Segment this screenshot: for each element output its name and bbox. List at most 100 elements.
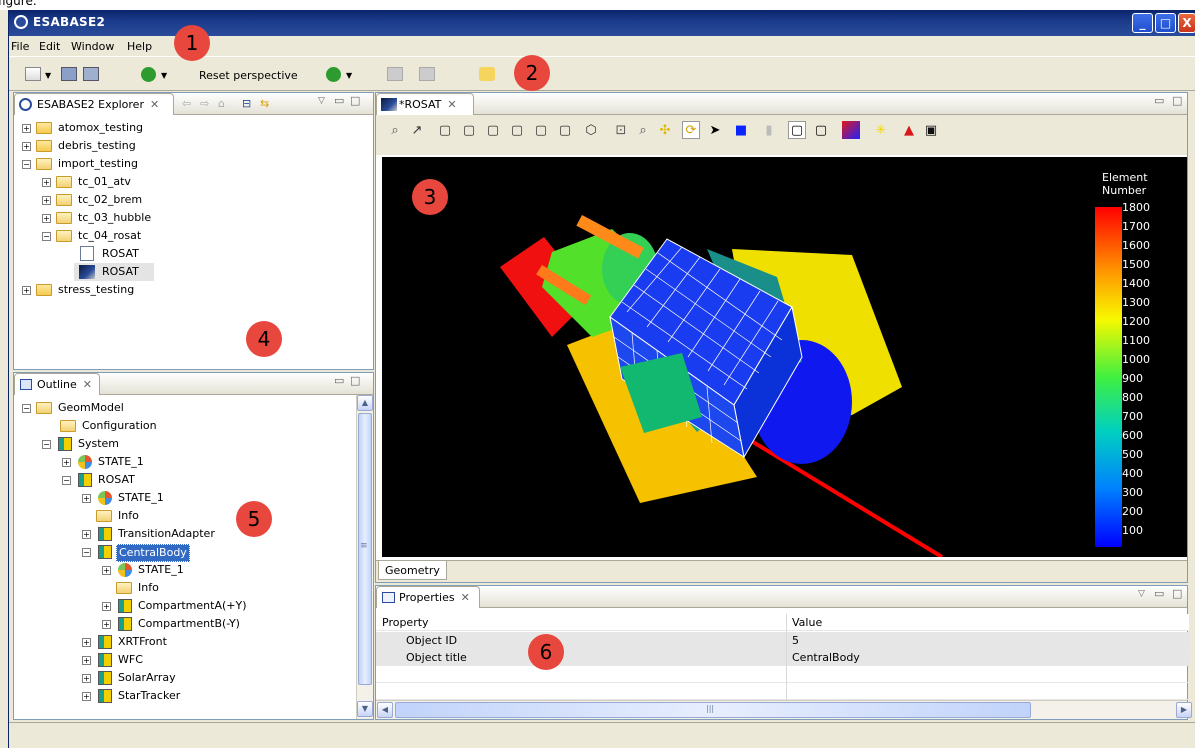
- table-row[interactable]: Object title CentralBody: [376, 649, 1189, 666]
- save-icon[interactable]: [61, 67, 77, 81]
- select-arrow-icon[interactable]: ➤: [706, 121, 724, 139]
- run-icon[interactable]: [141, 67, 156, 82]
- run-external-icon[interactable]: [326, 67, 341, 82]
- hidden-line-icon[interactable]: ▢: [812, 121, 830, 139]
- minimize-view-icon[interactable]: ▭: [334, 374, 344, 387]
- link-editor-icon[interactable]: ⇆: [260, 97, 269, 110]
- outline-tab-label: Outline: [37, 378, 77, 391]
- table-row[interactable]: Object ID 5: [376, 632, 1189, 649]
- maximize-view-icon[interactable]: □: [350, 94, 360, 107]
- view-iso-icon[interactable]: ⬡: [582, 121, 600, 139]
- properties-hscrollbar[interactable]: ◀ ||| ▶: [376, 700, 1192, 719]
- pan-icon[interactable]: ✣: [656, 121, 674, 139]
- transparent-icon[interactable]: ▮: [760, 121, 778, 139]
- explorer-tabrow: ESABASE2 Explorer ✕ ⇦ ⇨ ⌂ ⊟ ⇆ ▽ ▭ □: [14, 93, 373, 115]
- scroll-left-button[interactable]: ◀: [377, 702, 393, 718]
- tab-geometry[interactable]: Geometry: [378, 561, 447, 580]
- minimize-view-icon[interactable]: ▭: [1154, 587, 1164, 600]
- bookmark-icon[interactable]: ▲: [900, 121, 918, 139]
- outline-tabrow: Outline ✕ ▭ □: [14, 373, 373, 395]
- app-logo-icon: [14, 15, 28, 29]
- tab-rosat[interactable]: *ROSAT ✕: [376, 93, 474, 115]
- system-icon: [98, 689, 112, 703]
- menu-edit[interactable]: Edit: [39, 40, 60, 53]
- properties-panel: Properties ✕ ▽ ▭ □ Property Value Object …: [375, 585, 1192, 720]
- minimize-button[interactable]: _: [1132, 13, 1153, 33]
- zoom-icon[interactable]: ⌕: [386, 121, 404, 139]
- menu-file[interactable]: File: [11, 40, 29, 53]
- new-dropdown-icon[interactable]: ▼: [45, 71, 51, 80]
- maximize-view-icon[interactable]: □: [1172, 587, 1182, 600]
- maximize-view-icon[interactable]: □: [1172, 94, 1182, 107]
- state-icon: [118, 563, 132, 577]
- tab-outline[interactable]: Outline ✕: [14, 373, 100, 395]
- run-external-dropdown-icon[interactable]: ▼: [346, 71, 352, 80]
- close-tab-icon[interactable]: ✕: [150, 98, 159, 111]
- close-tab-icon[interactable]: ✕: [447, 98, 456, 111]
- solid-cube-icon[interactable]: ■: [732, 121, 750, 139]
- table-header: Property Value: [376, 614, 1189, 631]
- outline-panel: Outline ✕ ▭ □ − GeomModel Configuration − S…: [13, 372, 374, 720]
- close-tab-icon[interactable]: ✕: [83, 378, 92, 391]
- pick-icon[interactable]: ↗: [408, 121, 426, 139]
- minimize-view-icon[interactable]: ▭: [334, 94, 344, 107]
- home-icon[interactable]: ⌂: [218, 97, 225, 110]
- properties-tab-label: Properties: [399, 591, 455, 604]
- view-right-icon[interactable]: ▢: [508, 121, 526, 139]
- system-icon: [118, 599, 132, 613]
- reset-perspective-button[interactable]: Reset perspective: [199, 69, 298, 82]
- folder-icon: [36, 122, 52, 134]
- zoom-box-icon[interactable]: ⊡: [612, 121, 630, 139]
- tab-explorer[interactable]: ESABASE2 Explorer ✕: [14, 93, 174, 115]
- hscroll-grip-icon: |||: [706, 704, 715, 713]
- back-icon[interactable]: ⇦: [182, 97, 191, 110]
- view-menu-icon[interactable]: ▽: [1138, 589, 1145, 599]
- scroll-down-button[interactable]: ▼: [357, 701, 373, 717]
- geometry-viewport[interactable]: Element Number 1800 1700 1600 1500 1400 …: [382, 157, 1187, 557]
- rotate-icon[interactable]: ⟳: [682, 121, 700, 139]
- tree-item[interactable]: ROSAT: [74, 263, 154, 281]
- save-image-icon[interactable]: ▣: [922, 121, 940, 139]
- next-annotation-icon[interactable]: [419, 67, 435, 81]
- view-front-icon[interactable]: ▢: [436, 121, 454, 139]
- view-top-icon[interactable]: ▢: [532, 121, 550, 139]
- state-icon: [98, 491, 112, 505]
- light-icon[interactable]: ✳: [872, 121, 890, 139]
- legend-tick: 1000: [1122, 353, 1150, 366]
- menu-help[interactable]: Help: [127, 40, 152, 53]
- legend-tick: 1300: [1122, 296, 1150, 309]
- selected-item-label: CentralBody: [116, 544, 190, 562]
- close-button[interactable]: X: [1178, 13, 1195, 33]
- properties-icon: [382, 592, 395, 603]
- collapse-all-icon[interactable]: ⊟: [242, 97, 251, 110]
- save-all-icon[interactable]: [83, 67, 99, 81]
- system-icon: [98, 635, 112, 649]
- forward-icon[interactable]: ⇨: [200, 97, 209, 110]
- legend-tick: 600: [1122, 429, 1143, 442]
- menu-window[interactable]: Window: [71, 40, 114, 53]
- tab-properties[interactable]: Properties ✕: [376, 586, 480, 608]
- scroll-right-button[interactable]: ▶: [1176, 702, 1192, 718]
- zoom-in-icon[interactable]: ⌕: [634, 121, 652, 139]
- prev-annotation-icon[interactable]: [387, 67, 403, 81]
- new-icon[interactable]: [25, 67, 41, 81]
- color-map-icon[interactable]: [842, 121, 860, 139]
- last-edit-icon[interactable]: [479, 67, 495, 81]
- column-divider: [786, 614, 787, 700]
- scroll-up-button[interactable]: ▲: [357, 395, 373, 411]
- minimize-view-icon[interactable]: ▭: [1154, 94, 1164, 107]
- view-back-icon[interactable]: ▢: [460, 121, 478, 139]
- maximize-button[interactable]: □: [1155, 13, 1176, 33]
- maximize-view-icon[interactable]: □: [350, 374, 360, 387]
- main-toolbar: ▼ ▼ Reset perspective ▼: [9, 56, 1195, 91]
- wireframe-icon[interactable]: ▢: [788, 121, 806, 139]
- run-dropdown-icon[interactable]: ▼: [161, 71, 167, 80]
- view-menu-icon[interactable]: ▽: [318, 96, 325, 106]
- view-bottom-icon[interactable]: ▢: [556, 121, 574, 139]
- close-tab-icon[interactable]: ✕: [461, 591, 470, 604]
- outline-tree: − GeomModel Configuration − System + STATE_…: [22, 401, 247, 703]
- app-window: ESABASE2 _ □ X File Edit Window Help ▼ ▼…: [8, 10, 1195, 748]
- view-left-icon[interactable]: ▢: [484, 121, 502, 139]
- outline-scrollbar[interactable]: ▲ ≡ ▼: [356, 395, 373, 719]
- folder-icon: [36, 402, 52, 414]
